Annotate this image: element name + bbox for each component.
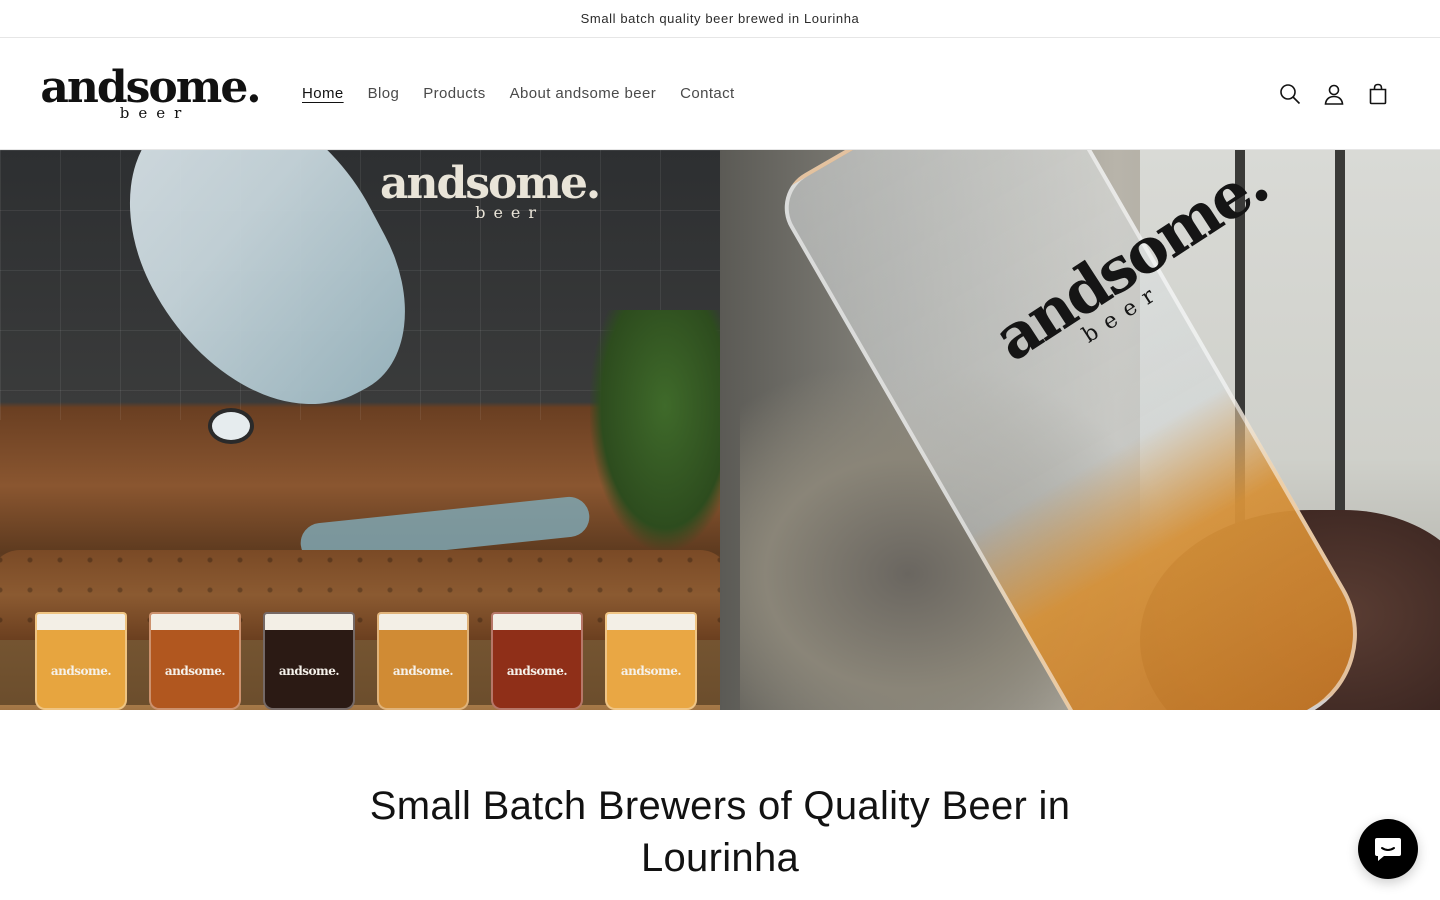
glass-mark: andsome. — [620, 664, 682, 678]
main-nav: Home Blog Products About andsome beer Co… — [290, 77, 747, 110]
glass-mark: andsome. — [50, 664, 112, 678]
fish-eye — [208, 408, 254, 444]
glass-mark: andsome. — [392, 664, 454, 678]
hero-image-glass-toast — [720, 150, 1440, 710]
hero-image-beer-flight: andsome. beer andsome. andsome. andsome.… — [0, 150, 720, 710]
beer-glass: andsome. — [491, 612, 583, 710]
chat-icon — [1375, 838, 1401, 861]
nav-item-contact[interactable]: Contact — [668, 77, 747, 110]
chat-button[interactable] — [1358, 819, 1418, 879]
announcement-text: Small batch quality beer brewed in Louri… — [580, 11, 860, 26]
cart-icon[interactable] — [1366, 82, 1390, 106]
page-title: Small Batch Brewers of Quality Beer in L… — [0, 780, 1440, 884]
glass-mark: andsome. — [278, 664, 340, 678]
nav-item-blog[interactable]: Blog — [356, 77, 412, 110]
page-title-line-2: Lourinha — [640, 836, 800, 880]
announcement-bar: Small batch quality beer brewed in Louri… — [0, 0, 1440, 38]
nav-item-home[interactable]: Home — [290, 77, 356, 110]
beer-flight: andsome. andsome. andsome. andsome. ands… — [35, 612, 697, 710]
logo-wordmark: andsome. — [40, 61, 261, 113]
beer-glass: andsome. — [263, 612, 355, 710]
logo[interactable]: andsome. beer — [40, 65, 261, 122]
beer-glass: andsome. — [605, 612, 697, 710]
beer-glass: andsome. — [377, 612, 469, 710]
hero-banner: andsome. beer andsome. andsome. andsome.… — [0, 147, 1440, 710]
header-icons — [1278, 82, 1390, 106]
plant — [590, 310, 720, 550]
glass-mark: andsome. — [164, 664, 226, 678]
beer-glass: andsome. — [149, 612, 241, 710]
nav-item-products[interactable]: Products — [411, 77, 497, 110]
nav-item-about[interactable]: About andsome beer — [498, 77, 668, 110]
page-title-line-1: Small Batch Brewers of Quality Beer in — [369, 784, 1071, 828]
wall-logo: andsome. beer — [380, 158, 601, 221]
glass-mark: andsome. — [506, 664, 568, 678]
logo-subtitle: beer — [119, 103, 191, 122]
search-icon[interactable] — [1278, 82, 1302, 106]
account-icon[interactable] — [1322, 82, 1346, 106]
site-header: andsome. beer Home Blog Products About a… — [0, 38, 1440, 150]
beer-glass: andsome. — [35, 612, 127, 710]
wall-logo-main: andsome. — [380, 158, 601, 209]
